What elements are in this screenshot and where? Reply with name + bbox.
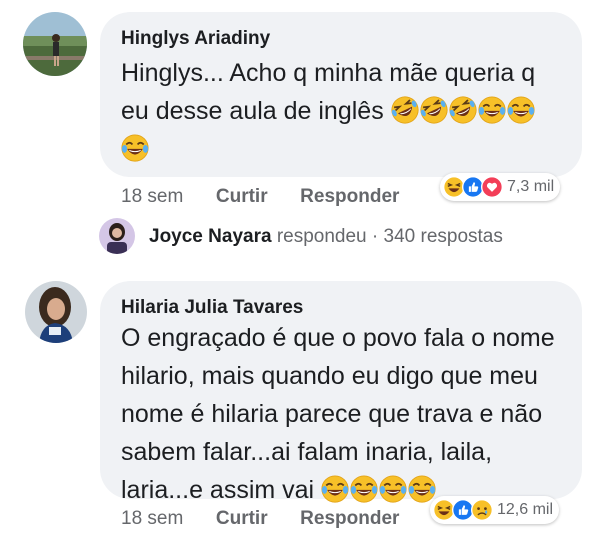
rofl-emoji	[391, 96, 419, 124]
reply-action: respondeu	[276, 226, 367, 247]
love-icon	[481, 176, 503, 198]
like-button[interactable]: Curtir	[216, 186, 268, 207]
joy-emoji	[350, 475, 378, 503]
joy-emoji	[121, 134, 149, 162]
comment-text-line	[121, 130, 576, 168]
comment-timestamp[interactable]: 18 sem	[121, 186, 183, 207]
reply-avatar-photo	[99, 218, 135, 254]
avatar[interactable]	[23, 12, 87, 76]
comment-text-line: eu desse aula de inglês	[121, 92, 576, 130]
comment-text-segment: laria...e assim vai	[121, 476, 315, 504]
comment-text-line: nome é hilaria parece que trava e não	[121, 400, 543, 428]
comment-timestamp[interactable]: 18 sem	[121, 508, 183, 529]
reaction-count: 12,6 mil	[497, 501, 554, 518]
rofl-emoji	[449, 96, 477, 124]
comment-text-line: sabem falar...ai falam inaria, laila,	[121, 438, 493, 466]
comment-text: O engraçado é que o povo fala o nome hil…	[121, 319, 576, 509]
comment-author[interactable]: Hinglys Ariadiny	[121, 28, 270, 50]
rofl-emoji	[420, 96, 448, 124]
reply-author[interactable]: Joyce Nayara	[149, 226, 272, 247]
reply-separator: ·	[371, 226, 379, 247]
avatar-photo	[25, 281, 87, 343]
joy-emoji	[379, 475, 407, 503]
avatar-photo	[23, 12, 87, 76]
reply-avatar[interactable]	[99, 218, 135, 254]
reply-button[interactable]: Responder	[300, 508, 399, 529]
reactions-summary[interactable]: 7,3 mil	[440, 173, 561, 201]
comment-author[interactable]: Hilaria Julia Tavares	[121, 297, 303, 319]
reaction-count: 7,3 mil	[507, 178, 555, 195]
reply-count[interactable]: 340 respostas	[384, 226, 503, 247]
view-replies-link[interactable]: Joyce Nayara respondeu · 340 respostas	[149, 226, 503, 248]
comment-text-line: hilario, mais quando eu digo que meu	[121, 362, 538, 390]
joy-emoji	[408, 475, 436, 503]
joy-emoji	[478, 96, 506, 124]
comment-text-line: Hinglys... Acho q minha mãe queria q	[121, 59, 536, 87]
like-button[interactable]: Curtir	[216, 508, 268, 529]
comment-text: Hinglys... Acho q minha mãe queria q eu …	[121, 54, 576, 168]
comment-actions: 18 sem Curtir Responder	[121, 508, 399, 530]
sad-icon	[471, 499, 493, 521]
reply-button[interactable]: Responder	[300, 186, 399, 207]
comment-actions: 18 sem Curtir Responder	[121, 186, 399, 208]
avatar[interactable]	[25, 281, 87, 343]
joy-emoji	[321, 475, 349, 503]
joy-emoji	[507, 96, 535, 124]
comment-text-line: O engraçado é que o povo fala o nome	[121, 324, 555, 352]
reactions-summary[interactable]: 12,6 mil	[430, 496, 560, 524]
comment-text-segment: eu desse aula de inglês	[121, 97, 384, 125]
